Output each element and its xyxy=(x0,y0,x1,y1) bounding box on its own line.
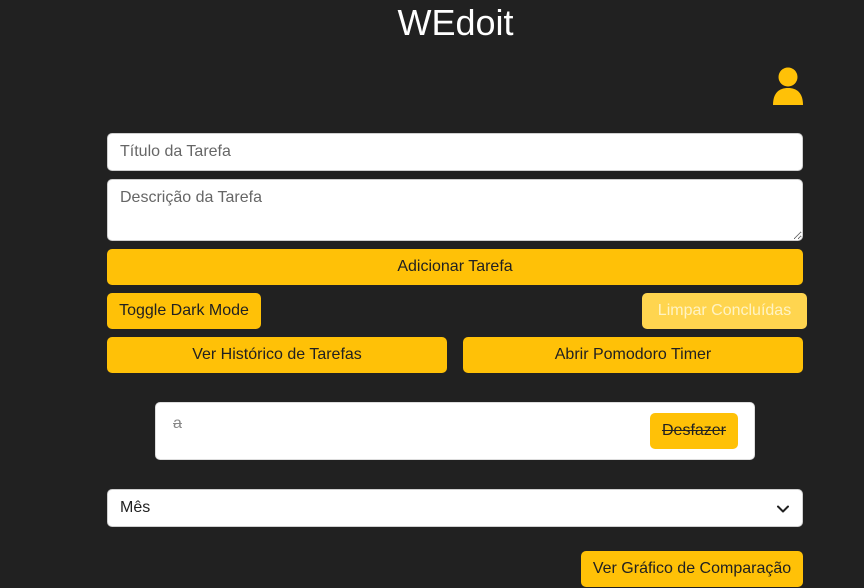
add-task-button[interactable]: Adicionar Tarefa xyxy=(107,249,803,285)
period-select[interactable]: Mês xyxy=(107,489,803,527)
task-text: a xyxy=(173,415,182,432)
user-icon[interactable] xyxy=(771,67,805,105)
app-title: WEdoit xyxy=(397,2,514,43)
pomodoro-timer-button[interactable]: Abrir Pomodoro Timer xyxy=(463,337,803,373)
undo-button[interactable]: Desfazer xyxy=(650,413,738,449)
toggle-dark-mode-button[interactable]: Toggle Dark Mode xyxy=(107,293,261,329)
chevron-down-icon xyxy=(777,505,789,513)
period-select-value: Mês xyxy=(120,499,151,516)
task-history-button[interactable]: Ver Histórico de Tarefas xyxy=(107,337,447,373)
task-item: a Desfazer xyxy=(155,402,755,460)
task-title-input[interactable] xyxy=(107,133,803,171)
comparison-chart-button[interactable]: Ver Gráfico de Comparação xyxy=(581,551,803,587)
clear-completed-button[interactable]: Limpar Concluídas xyxy=(642,293,807,329)
task-description-input[interactable] xyxy=(107,179,803,241)
